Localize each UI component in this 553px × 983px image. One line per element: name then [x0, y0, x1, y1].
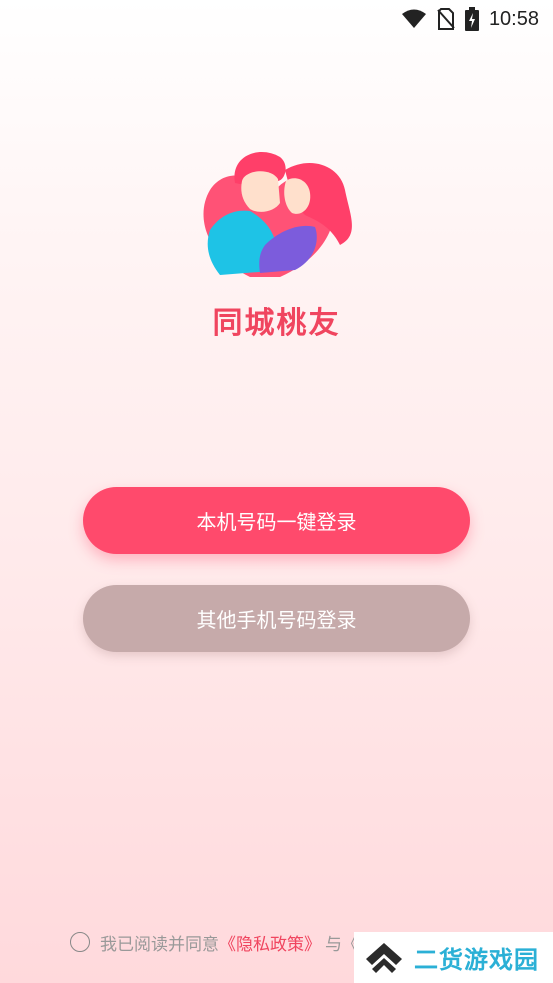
watermark-text: 二货游戏园 [414, 946, 539, 974]
status-bar: 10:58 [0, 0, 553, 38]
chevron-up-logo-icon [362, 939, 406, 977]
wifi-icon [401, 9, 427, 29]
couple-logo [190, 145, 365, 285]
privacy-policy-link[interactable]: 《隐私政策》 [219, 930, 321, 955]
app-name: 同城桃友 [212, 306, 341, 341]
status-time: 10:58 [488, 7, 539, 30]
other-phone-login-button[interactable]: 其他手机号码登录 [83, 585, 470, 652]
agreement-prefix: 我已阅读并同意 [100, 934, 219, 955]
battery-charging-icon [464, 7, 479, 31]
agreement-radio[interactable] [70, 932, 90, 952]
watermark: 二货游戏园 [354, 932, 553, 983]
one-click-login-button[interactable]: 本机号码一键登录 [83, 487, 470, 554]
no-sim-icon [437, 8, 455, 30]
